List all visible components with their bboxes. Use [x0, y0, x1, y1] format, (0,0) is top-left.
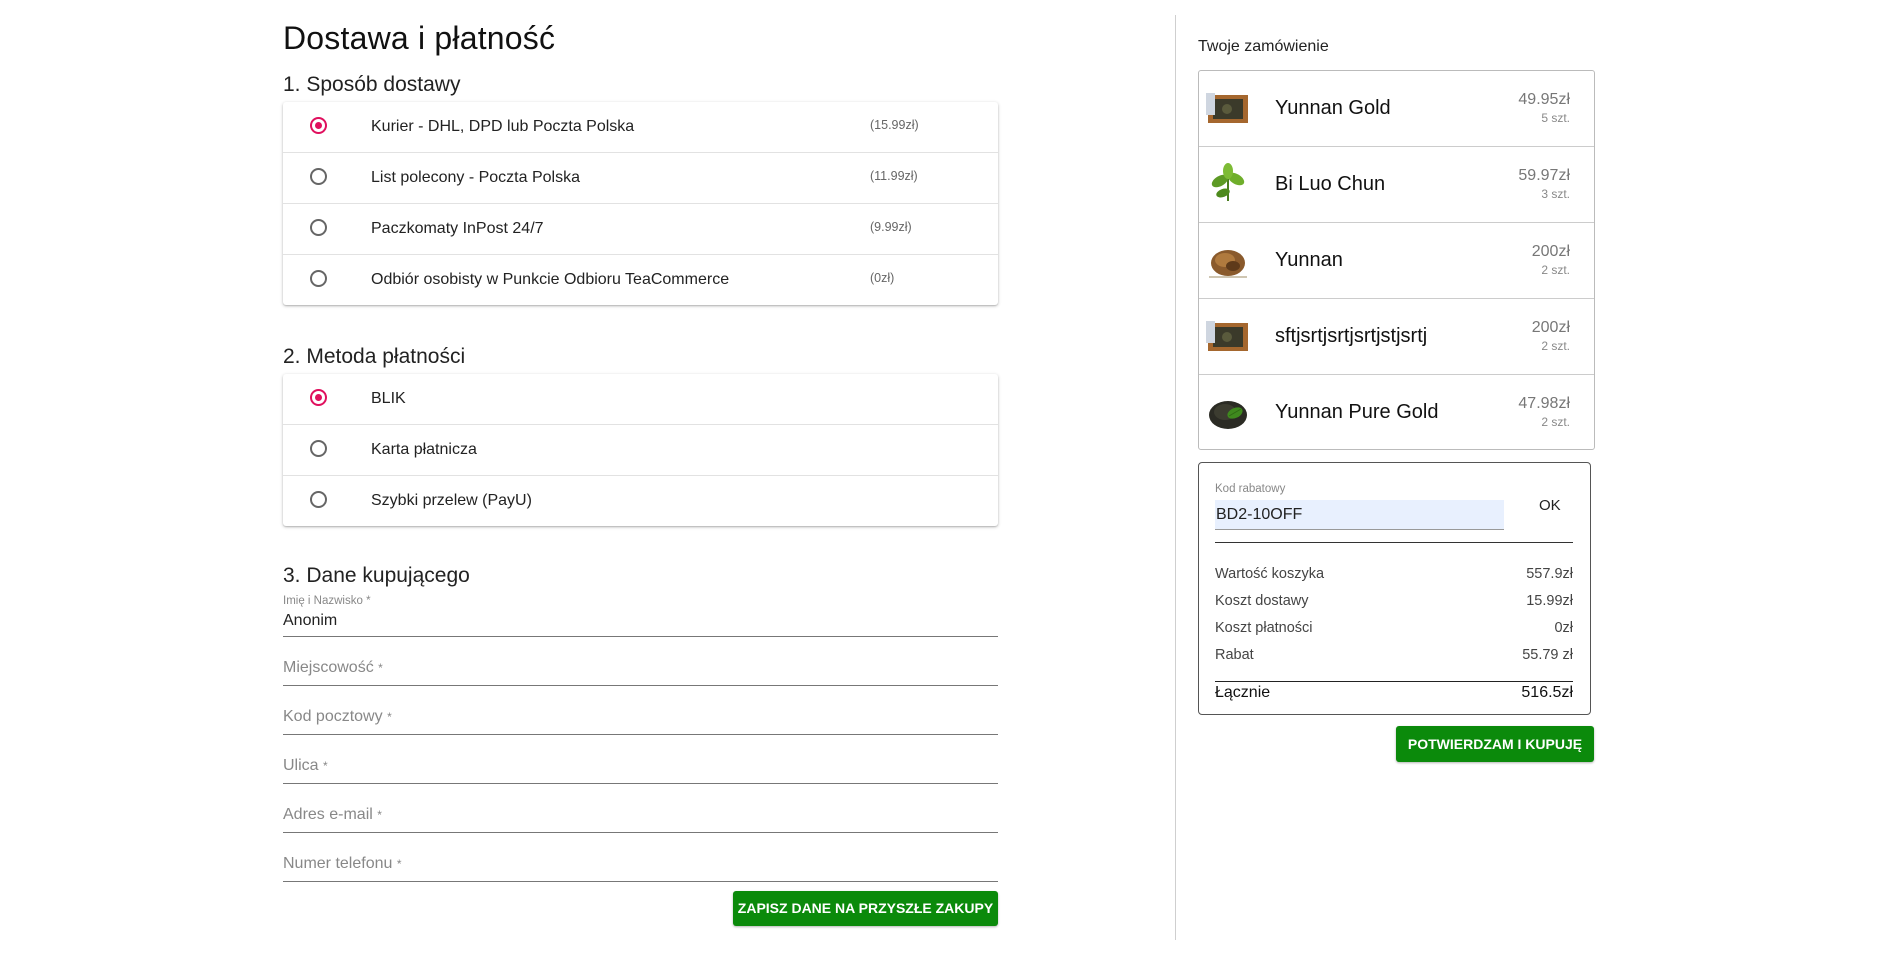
item-name: Yunnan: [1275, 249, 1343, 271]
item-quantity: 5 szt.: [1541, 111, 1570, 125]
order-item: sftjsrtjsrtjsrtjstjsrtj 200zł 2 szt.: [1199, 299, 1594, 375]
tea-leaf-icon: [1211, 163, 1245, 201]
summary-row-total: Łącznie 516.5zł: [1215, 684, 1573, 704]
payment-cost: 0zł: [1554, 620, 1573, 636]
summary-row-delivery: Koszt dostawy 15.99zł: [1215, 593, 1573, 613]
delivery-options: Kurier - DHL, DPD lub Poczta Polska (15.…: [283, 102, 998, 305]
postcode-field[interactable]: Kod pocztowy *: [283, 686, 998, 735]
order-item: Yunnan 200zł 2 szt.: [1199, 223, 1594, 299]
payment-section-title: 2. Metoda płatności: [283, 345, 466, 368]
city-field[interactable]: Miejscowość *: [283, 637, 998, 686]
save-data-button[interactable]: ZAPISZ DANE NA PRZYSZŁE ZAKUPY: [733, 891, 998, 926]
payment-option-label: BLIK: [371, 390, 406, 407]
item-name: Yunnan Pure Gold: [1275, 401, 1439, 423]
tea-box-icon: [1206, 93, 1248, 123]
postcode-field-label: Kod pocztowy *: [283, 708, 392, 725]
name-field-label: Imię i Nazwisko *: [283, 595, 371, 607]
item-price: 200zł: [1531, 319, 1570, 336]
delivery-option-pickup[interactable]: Odbiór osobisty w Punkcie Odbioru TeaCom…: [283, 255, 998, 305]
name-field-value[interactable]: Anonim: [283, 612, 337, 630]
payment-option-blik[interactable]: BLIK: [283, 374, 998, 425]
delivery-option-label: Paczkomaty InPost 24/7: [371, 220, 544, 237]
delivery-option-price: (11.99zł): [870, 169, 918, 183]
delivery-option-label: Kurier - DHL, DPD lub Poczta Polska: [371, 118, 635, 135]
radio-checked-icon[interactable]: [310, 117, 327, 134]
coupon-ok-button[interactable]: OK: [1539, 497, 1561, 514]
order-items: Yunnan Gold 49.95zł 5 szt. Bi Luo Chun 5…: [1198, 70, 1595, 450]
radio-unchecked-icon[interactable]: [310, 491, 327, 508]
delivery-option-courier[interactable]: Kurier - DHL, DPD lub Poczta Polska (15.…: [283, 102, 998, 153]
city-field-label: Miejscowość *: [283, 659, 383, 676]
delivery-option-price: (9.99zł): [870, 220, 912, 234]
checkout-form: Dostawa i płatność 1. Sposób dostawy Kur…: [283, 0, 998, 882]
order-item: Bi Luo Chun 59.97zł 3 szt.: [1199, 147, 1594, 223]
coupon-label: Kod rabatowy: [1215, 483, 1286, 495]
page-title: Dostawa i płatność: [283, 20, 556, 56]
street-field[interactable]: Ulica *: [283, 735, 998, 784]
payment-options: BLIK Karta płatnicza Szybki przelew (Pay…: [283, 374, 998, 526]
item-quantity: 3 szt.: [1541, 187, 1570, 201]
cart-value: 557.9zł: [1526, 566, 1573, 582]
buyer-section-title: 3. Dane kupującego: [283, 564, 470, 587]
summary-row-payment: Koszt płatności 0zł: [1215, 620, 1573, 640]
tea-box-icon: [1206, 321, 1248, 351]
phone-field[interactable]: Numer telefonu *: [283, 833, 998, 882]
email-field[interactable]: Adres e-mail *: [283, 784, 998, 833]
item-quantity: 2 szt.: [1541, 263, 1570, 277]
delivery-cost: 15.99zł: [1526, 593, 1573, 609]
payment-option-label: Szybki przelew (PayU): [371, 492, 532, 509]
summary-box: Kod rabatowy OK Wartość koszyka 557.9zł …: [1198, 462, 1591, 715]
delivery-cost-label: Koszt dostawy: [1215, 593, 1309, 609]
cart-value-label: Wartość koszyka: [1215, 566, 1325, 582]
radio-unchecked-icon[interactable]: [310, 168, 327, 185]
order-title: Twoje zamówienie: [1198, 38, 1329, 55]
delivery-option-inpost[interactable]: Paczkomaty InPost 24/7 (9.99zł): [283, 204, 998, 255]
item-quantity: 2 szt.: [1541, 415, 1570, 429]
item-price: 47.98zł: [1518, 395, 1570, 412]
item-price: 200zł: [1531, 243, 1570, 260]
confirm-purchase-button[interactable]: POTWIERDZAM I KUPUJĘ: [1396, 726, 1594, 762]
column-divider: [1175, 15, 1176, 940]
delivery-option-price: (0zł): [870, 271, 895, 285]
order-item: Yunnan Pure Gold 47.98zł 2 szt.: [1199, 375, 1594, 449]
tea-pile-icon: [1209, 401, 1247, 429]
payment-option-payu[interactable]: Szybki przelew (PayU): [283, 476, 998, 526]
summary-row-cart: Wartość koszyka 557.9zł: [1215, 566, 1573, 586]
item-price: 59.97zł: [1518, 167, 1570, 184]
discount-label: Rabat: [1215, 647, 1254, 663]
payment-option-card[interactable]: Karta płatnicza: [283, 425, 998, 476]
radio-unchecked-icon[interactable]: [310, 270, 327, 287]
item-name: sftjsrtjsrtjsrtjstjsrtj: [1275, 325, 1428, 347]
total-label: Łącznie: [1215, 684, 1271, 701]
coupon-input[interactable]: [1215, 500, 1504, 530]
item-quantity: 2 szt.: [1541, 339, 1570, 353]
payment-option-label: Karta płatnicza: [371, 441, 477, 458]
radio-unchecked-icon[interactable]: [310, 219, 327, 236]
street-field-label: Ulica *: [283, 757, 328, 774]
delivery-section-title: 1. Sposób dostawy: [283, 73, 461, 96]
delivery-option-label: List polecony - Poczta Polska: [371, 169, 580, 186]
item-name: Yunnan Gold: [1275, 97, 1391, 119]
divider: [1215, 542, 1573, 543]
name-field[interactable]: Imię i Nazwisko * Anonim: [283, 593, 998, 637]
radio-checked-icon[interactable]: [310, 389, 327, 406]
radio-unchecked-icon[interactable]: [310, 440, 327, 457]
payment-cost-label: Koszt płatności: [1215, 620, 1313, 636]
delivery-option-registered-letter[interactable]: List polecony - Poczta Polska (11.99zł): [283, 153, 998, 204]
divider: [1215, 681, 1573, 682]
summary-row-discount: Rabat 55.79 zł: [1215, 647, 1573, 667]
loose-tea-icon: [1209, 250, 1247, 278]
order-item: Yunnan Gold 49.95zł 5 szt.: [1199, 71, 1594, 147]
delivery-option-label: Odbiór osobisty w Punkcie Odbioru TeaCom…: [371, 271, 730, 288]
discount-value: 55.79 zł: [1522, 647, 1573, 663]
total-value: 516.5zł: [1521, 684, 1573, 701]
email-field-label: Adres e-mail *: [283, 806, 382, 823]
phone-field-label: Numer telefonu *: [283, 855, 402, 872]
delivery-option-price: (15.99zł): [870, 118, 919, 132]
item-name: Bi Luo Chun: [1275, 173, 1386, 195]
item-price: 49.95zł: [1518, 91, 1570, 108]
